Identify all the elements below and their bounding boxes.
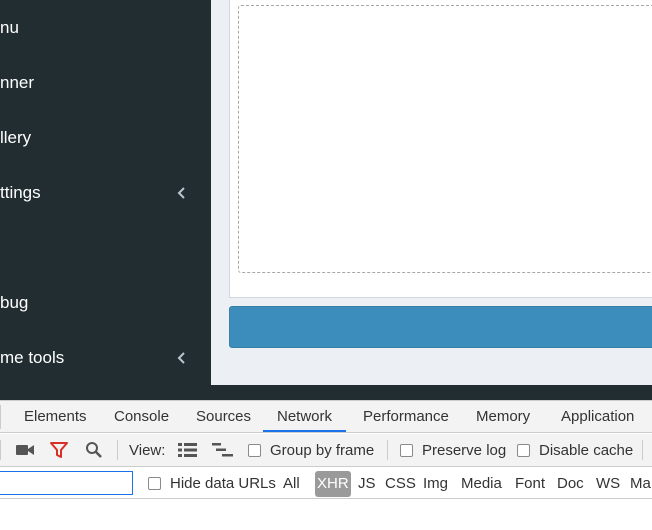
filter-type-all[interactable]: All: [283, 468, 300, 499]
hide-data-urls-label: Hide data URLs: [170, 475, 276, 492]
sidebar-item-debug[interactable]: bug: [0, 275, 211, 330]
waterfall-icon: [212, 443, 233, 457]
main-content: [211, 0, 652, 385]
disable-cache-checkbox[interactable]: Disable cache: [517, 434, 633, 466]
tab-sources[interactable]: Sources: [196, 401, 251, 432]
sidebar-item-label: ttings: [0, 182, 41, 202]
filter-type-css[interactable]: CSS: [385, 468, 416, 499]
filter-type-xhr[interactable]: XHR: [315, 471, 351, 497]
divider: [117, 440, 118, 460]
checkbox[interactable]: [248, 443, 261, 457]
filter-type-font[interactable]: Font: [515, 468, 545, 499]
sidebar-menu: nu nner llery ttings bug me tools: [0, 0, 211, 385]
filter-input[interactable]: [0, 471, 133, 495]
chevron-left-icon: [177, 351, 185, 364]
view-label: View:: [129, 441, 166, 459]
filter-icon: [50, 442, 68, 458]
network-filter-bar: Hide data URLs All XHR JS CSS Img Media …: [0, 468, 652, 499]
devtools-panel: Elements Console Sources Network Perform…: [0, 400, 652, 530]
sidebar-item-banner[interactable]: nner: [0, 55, 211, 110]
tab-application[interactable]: Application: [561, 401, 634, 432]
app-window: nu nner llery ttings bug me tools: [0, 0, 652, 400]
sidebar-item-label: llery: [0, 127, 32, 147]
filter-type-ws[interactable]: WS: [596, 468, 620, 499]
checkbox[interactable]: [517, 443, 530, 457]
large-rows-button[interactable]: [178, 434, 197, 466]
filter-type-js[interactable]: JS: [358, 468, 376, 499]
divider: [642, 440, 643, 460]
sidebar-item-settings[interactable]: ttings: [0, 165, 211, 220]
filter-type-media[interactable]: Media: [461, 468, 502, 499]
sidebar-item-menu[interactable]: nu: [0, 0, 211, 55]
primary-action-button[interactable]: [229, 306, 652, 348]
group-by-frame-label: Group by frame: [270, 441, 375, 459]
tab-elements[interactable]: Elements: [24, 401, 87, 432]
filter-type-manifest[interactable]: Ma: [630, 468, 651, 499]
sidebar-item-label: nner: [0, 72, 35, 92]
preserve-log-label: Preserve log: [422, 441, 507, 459]
tab-network[interactable]: Network: [263, 401, 347, 432]
tab-memory[interactable]: Memory: [476, 401, 530, 432]
video-camera-icon: [16, 445, 34, 455]
filter-type-doc[interactable]: Doc: [557, 468, 584, 499]
hide-data-urls-checkbox[interactable]: Hide data URLs: [148, 468, 276, 499]
record-button[interactable]: [16, 434, 34, 466]
tab-console[interactable]: Console: [114, 401, 169, 432]
checkbox[interactable]: [400, 443, 413, 457]
divider: [387, 440, 388, 460]
list-icon: [178, 443, 197, 457]
checkbox[interactable]: [148, 477, 161, 490]
sidebar-item-label: me tools: [0, 347, 65, 367]
sidebar-item-label: nu: [0, 17, 19, 37]
upload-dropzone[interactable]: [238, 5, 652, 273]
divider: [0, 440, 1, 460]
filter-toggle-button[interactable]: [50, 434, 68, 466]
chevron-left-icon: [177, 186, 185, 199]
sidebar-item-gallery[interactable]: llery: [0, 110, 211, 165]
network-toolbar: View: Group by frame Preserve log Disabl…: [0, 434, 652, 467]
group-by-frame-checkbox[interactable]: Group by frame: [248, 434, 374, 466]
sidebar-item-label: bug: [0, 292, 29, 312]
devtools-tab-bar: Elements Console Sources Network Perform…: [0, 401, 652, 433]
disable-cache-label: Disable cache: [539, 441, 634, 459]
search-button[interactable]: [85, 434, 103, 466]
divider: [0, 405, 1, 429]
tab-performance[interactable]: Performance: [363, 401, 449, 432]
sidebar-item-theme-tools[interactable]: me tools: [0, 330, 211, 385]
preserve-log-checkbox[interactable]: Preserve log: [400, 434, 506, 466]
overview-button[interactable]: [212, 434, 234, 466]
filter-type-img[interactable]: Img: [423, 468, 448, 499]
search-icon: [86, 442, 102, 458]
